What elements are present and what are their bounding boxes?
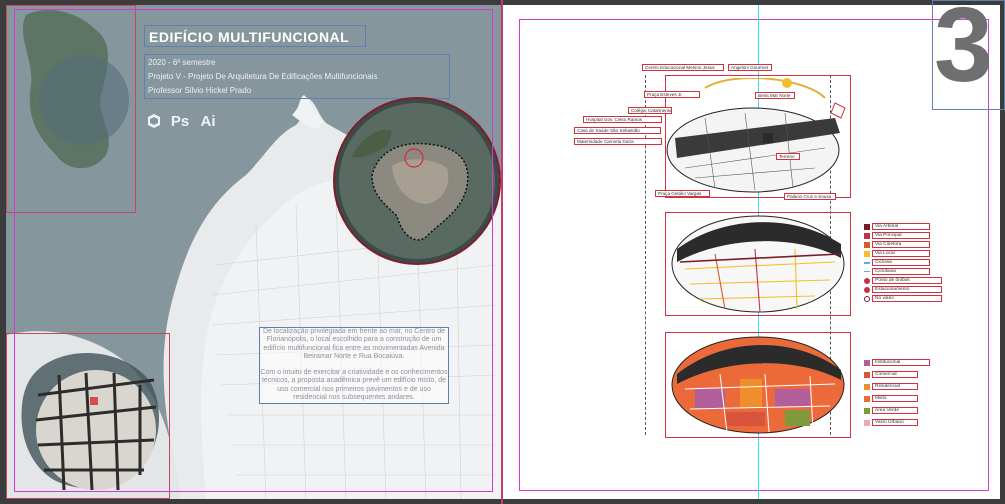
legend-label: Via Principal (872, 232, 930, 239)
legend-swatch (864, 359, 870, 366)
legend-label: Institucional (872, 359, 930, 366)
legend-swatch (864, 407, 870, 414)
legend-swatch (864, 419, 870, 426)
legend-row[interactable]: Institucional (864, 359, 930, 366)
land-use-map[interactable] (665, 334, 851, 436)
left-margin-guide (14, 9, 493, 492)
legend-label: Via Local (872, 250, 930, 257)
legend-label: Via Coletora (872, 241, 930, 248)
legend-row[interactable]: Nó viário (864, 295, 942, 302)
indesign-canvas: EDIFÍCIO MULTIFUNCIONAL 2020 - 6º semest… (0, 0, 1005, 504)
legend-label: Vazio Urbano (872, 419, 918, 426)
legend-row[interactable]: Via Coletora (864, 241, 930, 248)
legend-row[interactable]: Ponto de ônibus (864, 277, 942, 284)
legend-label: Comercial (872, 371, 918, 378)
legend-swatch (864, 250, 870, 257)
legend-row[interactable]: Via Arterial (864, 223, 930, 230)
landmark-label[interactable]: Terreno (776, 153, 800, 160)
landmark-label[interactable]: Colégio Catarinense (628, 107, 672, 114)
landmark-label[interactable]: Praça Esteves Jr. (644, 91, 700, 98)
landmark-label[interactable]: Beira Mar Norte (755, 92, 795, 99)
legend-row[interactable]: Via Principal (864, 232, 930, 239)
page-number: 3 (934, 0, 993, 104)
road-map[interactable] (665, 214, 851, 314)
landmark-label[interactable]: Casa de Saúde São Sebastião (574, 127, 661, 134)
legend-swatch (864, 261, 870, 264)
legend-label: Misto (872, 395, 918, 402)
landmark-label[interactable]: Palácio Cruz e Sousa (784, 193, 836, 200)
legend-swatch (864, 395, 870, 402)
legend-swatch (864, 295, 870, 302)
legend-row[interactable]: Ciclofaixa (864, 268, 930, 275)
legend-label: Ciclofaixa (872, 268, 930, 275)
legend-swatch (864, 241, 870, 248)
legend-row[interactable]: Residencial (864, 383, 918, 390)
legend-label: Ponto de ônibus (872, 277, 942, 284)
legend-label: Ciclovia (872, 259, 930, 266)
legend-row[interactable]: Comercial (864, 371, 918, 378)
landmark-label[interactable]: Maternidade Carmela Dutra (574, 138, 662, 145)
landmark-label[interactable]: Hospital Gov. Celso Ramos (583, 116, 662, 123)
legend-row[interactable]: Vazio Urbano (864, 419, 918, 426)
left-page: EDIFÍCIO MULTIFUNCIONAL 2020 - 6º semest… (6, 5, 502, 499)
legend-row[interactable]: Área Verde (864, 407, 918, 414)
legend-swatch (864, 223, 870, 230)
legend-label: Nó viário (872, 295, 942, 302)
legend-label: Estacionamento (872, 286, 942, 293)
legend-row[interactable]: Estacionamento (864, 286, 942, 293)
landmark-label[interactable]: Praça Getúlio Vargas (655, 190, 710, 197)
legend-label: Via Arterial (872, 223, 930, 230)
legend-row[interactable]: Via Local (864, 250, 930, 257)
legend-swatch (864, 371, 870, 378)
landmark-label[interactable]: Centro Educacional Menino Jesus (642, 64, 724, 71)
legend-swatch (864, 383, 870, 390)
landmark-label[interactable]: Angeloni Gourmet (728, 64, 772, 71)
legend-swatch (864, 286, 870, 293)
legend-row[interactable]: Misto (864, 395, 918, 402)
legend-swatch (864, 271, 870, 272)
legend-swatch (864, 277, 870, 284)
legend-row[interactable]: Ciclovia (864, 259, 930, 266)
legend-label: Residencial (872, 383, 918, 390)
legend-swatch (864, 232, 870, 239)
legend-label: Área Verde (872, 407, 918, 414)
